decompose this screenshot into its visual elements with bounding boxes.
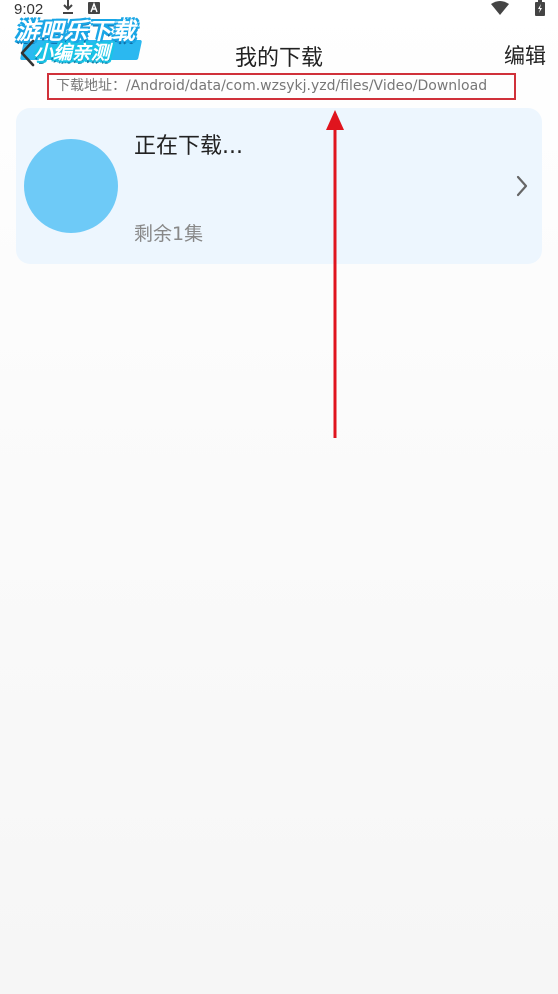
page-title: 我的下载 [234, 46, 323, 71]
download-path-value: /Android/data/com.wzsykj.yzd/files/Video… [126, 78, 488, 94]
wifi-icon [491, 1, 509, 15]
arrow-up-icon [326, 110, 344, 438]
chevron-right-icon [516, 175, 528, 197]
download-item-card[interactable]: 正在下载... 剩余1集 [16, 108, 542, 264]
download-status: 正在下载... [134, 134, 243, 159]
battery-icon [535, 0, 545, 16]
download-path: 下载地址：/Android/data/com.wzsykj.yzd/files/… [47, 73, 516, 100]
download-remaining: 剩余1集 [134, 223, 204, 245]
edit-button[interactable]: 编辑 [504, 40, 546, 70]
download-path-label: 下载地址： [56, 78, 126, 94]
download-cover [24, 139, 118, 233]
